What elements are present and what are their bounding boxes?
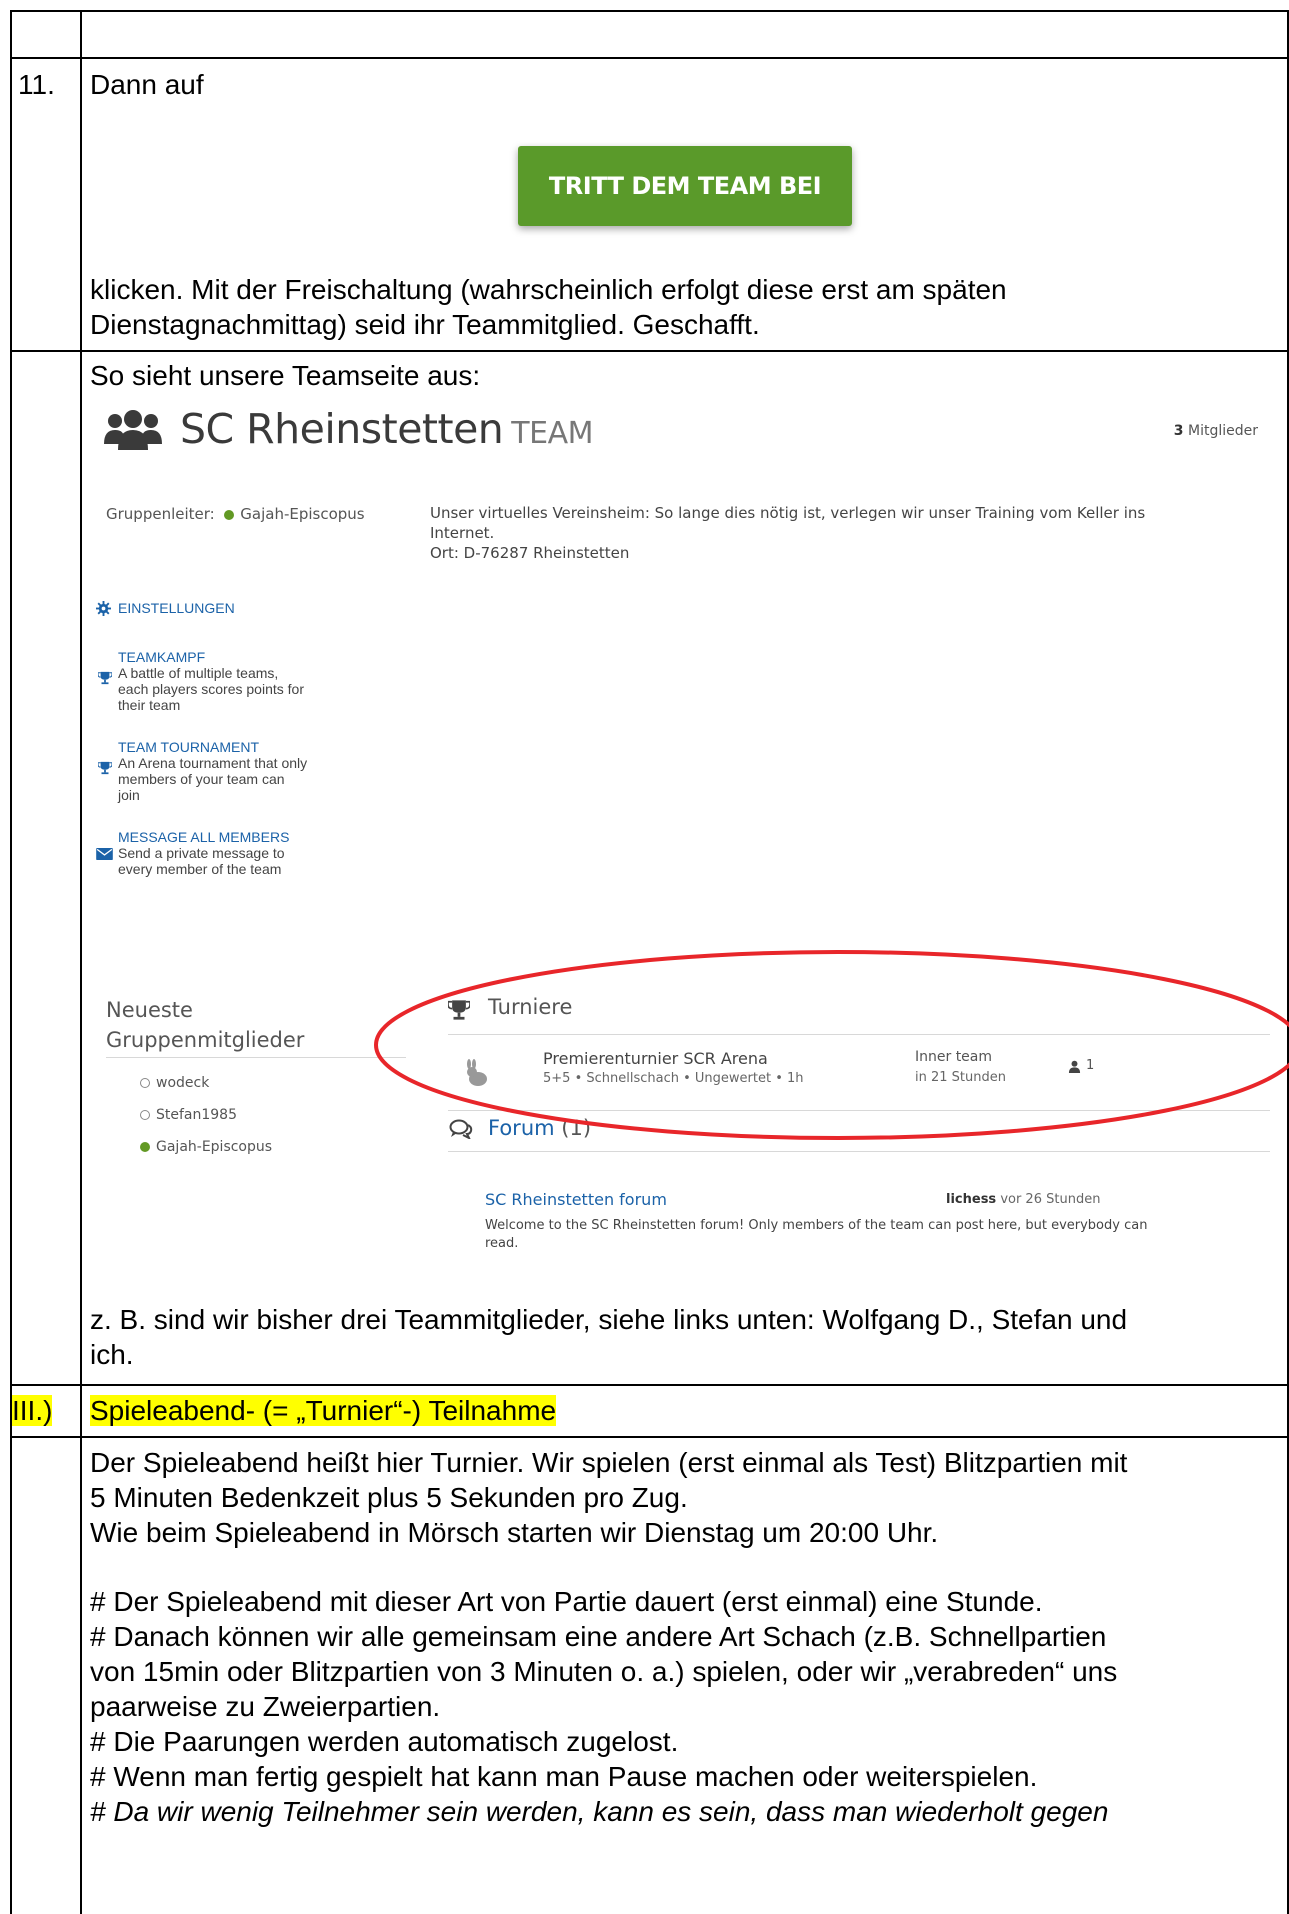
forum-text-line: read. (485, 1236, 519, 1251)
team-description: Unser virtuelles Vereinsheim: So lange d… (430, 503, 1145, 563)
online-dot (140, 1142, 150, 1152)
row-number-3: III.) (12, 1393, 53, 1428)
body-line: # Der Spieleabend mit dieser Art von Par… (90, 1586, 1043, 1617)
row-11-text-1: Dann auf (90, 69, 204, 100)
team-name: SC Rheinstetten (180, 405, 504, 453)
row-11-text-3: Dienstagnachmittag) seid ihr Teammitglie… (90, 309, 760, 340)
description-line: Unser virtuelles Vereinsheim: So lange d… (430, 504, 1146, 522)
body-line: von 15min oder Blitzpartien von 3 Minute… (90, 1656, 1118, 1687)
forum-text-line: Welcome to the SC Rheinstetten forum! On… (485, 1218, 1148, 1233)
member-item[interactable]: Stefan1985 (140, 1107, 237, 1123)
team-tournament-link[interactable]: TEAM TOURNAMENT An Arena tournament that… (94, 739, 354, 803)
tool-label: MESSAGE ALL MEMBERS (118, 829, 290, 845)
envelope-icon (96, 848, 113, 860)
offline-dot (140, 1078, 150, 1088)
tool-label: TEAMKAMPF (118, 649, 206, 665)
row-11-text-2: klicken. Mit der Freischaltung (wahrsche… (90, 274, 1007, 305)
forum-post-text: Welcome to the SC Rheinstetten forum! On… (485, 1217, 1147, 1253)
trophy-icon (98, 761, 112, 775)
tool-label: TEAM TOURNAMENT (118, 739, 260, 755)
tool-desc: every member of the team (118, 861, 282, 877)
trophy-icon (98, 671, 112, 685)
member-name: Stefan1985 (156, 1107, 237, 1123)
online-dot (224, 509, 235, 520)
member-item[interactable]: Gajah-Episcopus (140, 1139, 272, 1155)
table-row-line (10, 1384, 1289, 1386)
forum-post-title[interactable]: SC Rheinstetten forum (485, 1190, 667, 1209)
forum-post-meta: lichess vor 26 Stunden (946, 1192, 1100, 1207)
tool-desc: their team (118, 697, 181, 713)
leader-label: Gruppenleiter: (106, 505, 215, 523)
table-row-line (10, 57, 1289, 59)
members-count: 3 Mitglieder (1174, 423, 1258, 439)
tool-desc: join (118, 787, 140, 803)
newest-title-line: Neueste (106, 998, 193, 1022)
gear-icon (96, 601, 111, 616)
offline-dot (140, 1110, 150, 1120)
table-left-border (10, 10, 12, 1914)
body-line: 5 Minuten Bedenkzeit plus 5 Sekunden pro… (90, 1482, 688, 1513)
forum-post-time: vor 26 Stunden (1000, 1192, 1101, 1207)
tool-desc: members of your team can (118, 771, 285, 787)
group-icon (104, 410, 162, 450)
table-row-line (10, 1436, 1289, 1438)
team-word: TEAM (511, 416, 593, 451)
description-line: Ort: D-76287 Rheinstetten (430, 544, 630, 562)
message-all-members-link[interactable]: MESSAGE ALL MEMBERS Send a private messa… (94, 829, 354, 877)
member-name: Gajah-Episcopus (156, 1139, 273, 1155)
settings-link[interactable]: EINSTELLUNGEN (94, 600, 354, 618)
newest-title-line: Gruppenmitglieder (106, 1028, 305, 1052)
body-line: Der Spieleabend heißt hier Turnier. Wir … (90, 1447, 1128, 1478)
highlight-ellipse (374, 950, 1289, 1140)
table-column-divider (80, 10, 82, 1914)
description-line: Internet. (430, 524, 495, 542)
member-item[interactable]: wodeck (140, 1075, 209, 1091)
tool-desc: An Arena tournament that only (118, 755, 308, 771)
body-line: # Wenn man fertig gespielt hat kann man … (90, 1761, 1038, 1792)
newest-members-title: Neueste Gruppenmitglieder (106, 995, 304, 1055)
body-line: Wie beim Spieleabend in Mörsch starten w… (90, 1517, 939, 1548)
body-line: # Da wir wenig Teilnehmer sein werden, k… (90, 1796, 1109, 1827)
group-leader: Gruppenleiter: Gajah-Episcopus (106, 505, 365, 523)
divider (106, 1057, 406, 1058)
screenshot-intro: So sieht unsere Teamseite aus: (90, 360, 481, 391)
screenshot-outro-1: z. B. sind wir bisher drei Teammitgliede… (90, 1304, 1128, 1335)
row-number-11: 11. (18, 69, 55, 100)
body-line: # Die Paarungen werden automatisch zugel… (90, 1726, 679, 1757)
member-name: wodeck (156, 1075, 210, 1091)
leader-link[interactable]: Gajah-Episcopus (240, 505, 364, 523)
teamkampf-link[interactable]: TEAMKAMPF A battle of multiple teams, ea… (94, 649, 354, 713)
divider (448, 1151, 1270, 1152)
tool-desc: Send a private message to (118, 845, 285, 861)
body-line: # Danach können wir alle gemeinsam eine … (90, 1621, 1107, 1652)
table-row-line (10, 10, 1289, 12)
table-row-line (10, 350, 1289, 352)
tool-desc: each players scores points for (118, 681, 304, 697)
section-heading-text: Spieleabend- (= „Turnier“-) Teilnahme (90, 1395, 557, 1426)
forum-post-author[interactable]: lichess (946, 1192, 996, 1207)
join-team-button[interactable]: TRITT DEM TEAM BEI (518, 146, 852, 226)
section-heading: Spieleabend- (= „Turnier“-) Teilnahme (90, 1393, 557, 1428)
screenshot-outro-2: ich. (90, 1339, 134, 1370)
tool-desc: A battle of multiple teams, (118, 665, 279, 681)
members-label: Mitglieder (1188, 423, 1258, 439)
settings-label: EINSTELLUNGEN (118, 600, 235, 616)
team-title: SC Rheinstetten TEAM (180, 405, 593, 453)
body-line: paarweise zu Zweierpartien. (90, 1691, 441, 1722)
members-number: 3 (1173, 423, 1184, 439)
row-number-3-label: III.) (12, 1395, 53, 1426)
